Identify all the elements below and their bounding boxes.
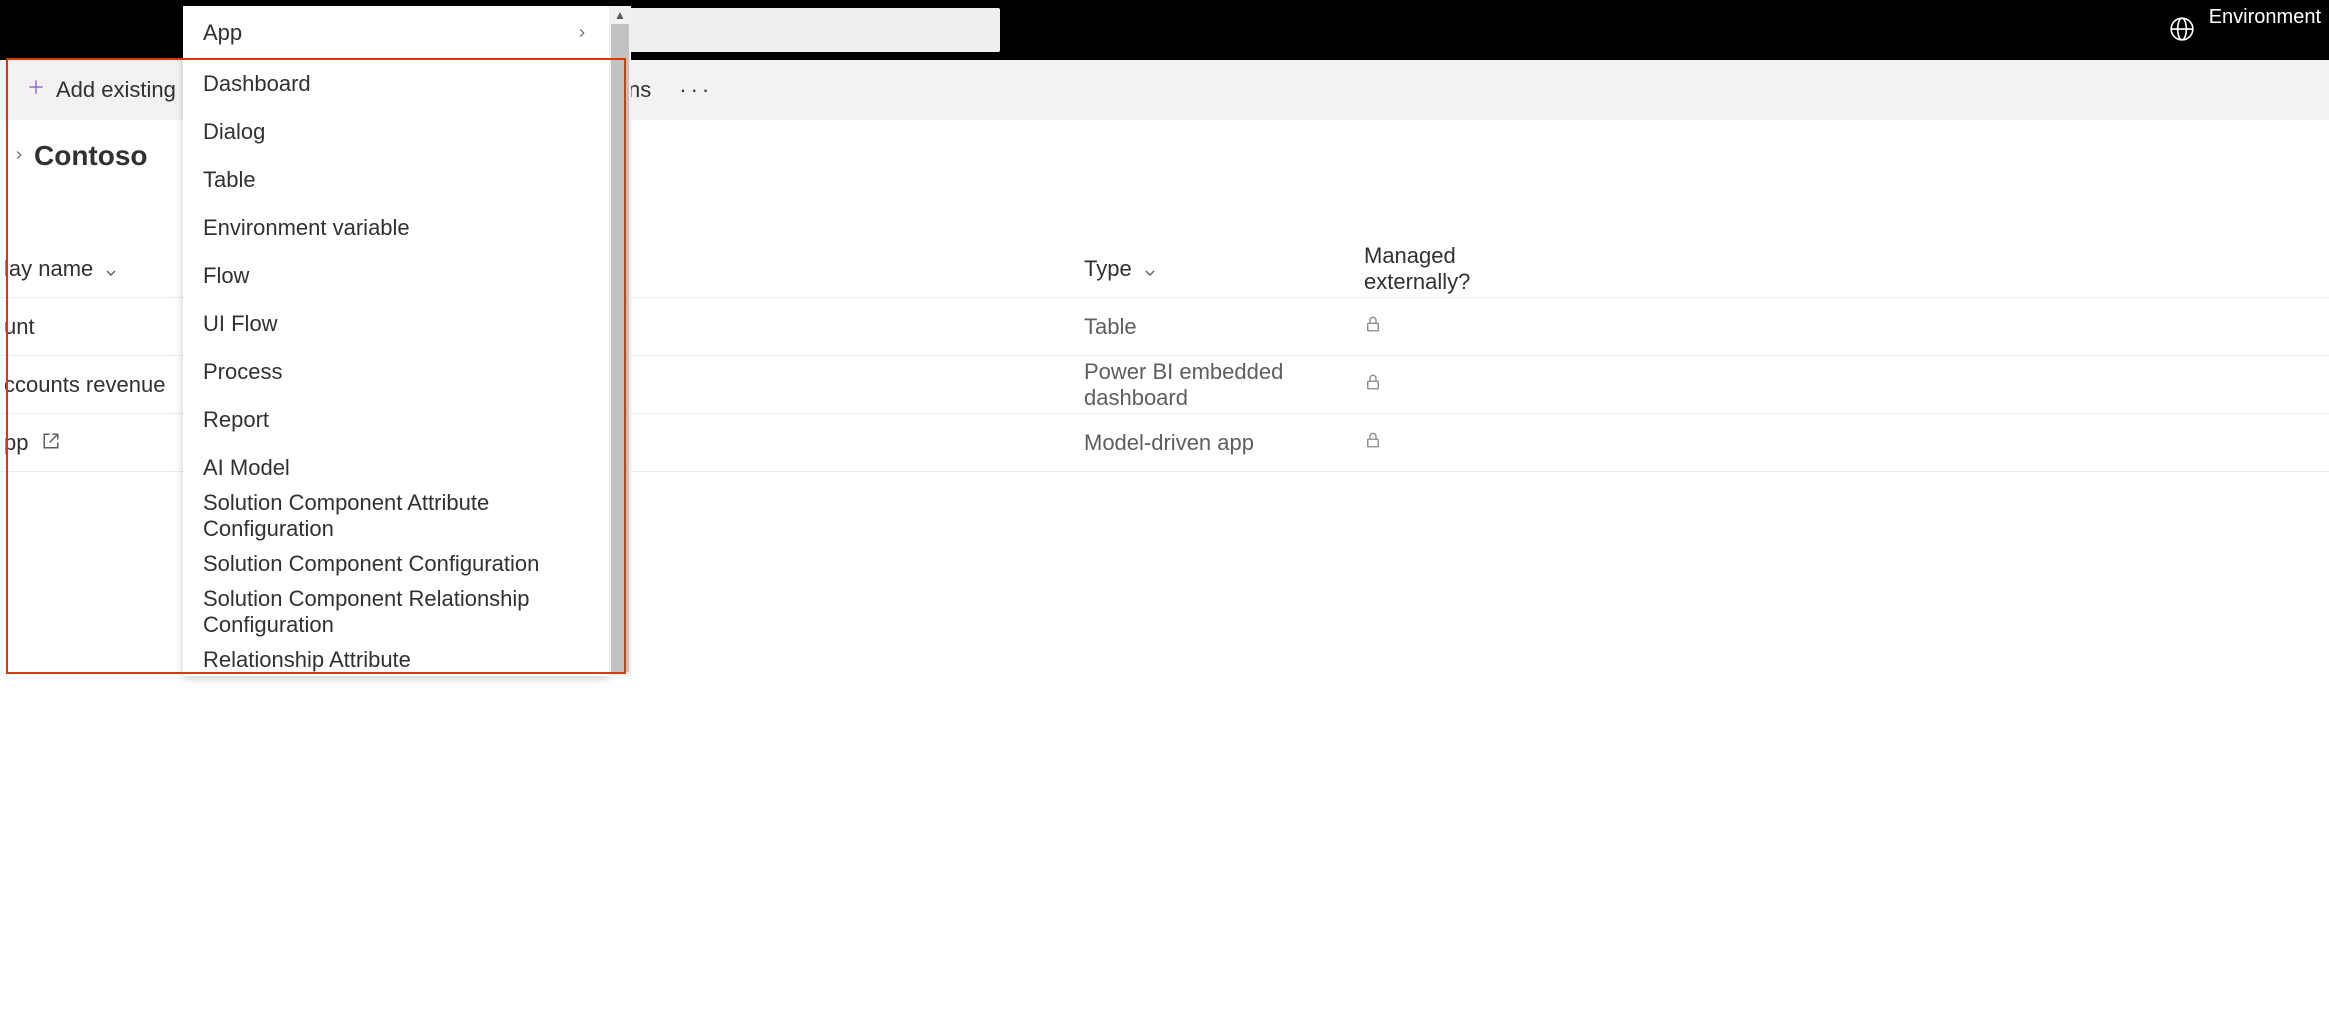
dropdown-item-dialog[interactable]: Dialog bbox=[183, 108, 609, 156]
dropdown-item-dashboard[interactable]: Dashboard bbox=[183, 60, 609, 108]
dropdown-item-label: Relationship Attribute bbox=[203, 647, 411, 673]
dropdown-item-label: Solution Component Configuration bbox=[203, 551, 539, 577]
cell-display-name: unt bbox=[4, 314, 184, 340]
dropdown-item-process[interactable]: Process bbox=[183, 348, 609, 396]
dropdown-item-ui-flow[interactable]: UI Flow bbox=[183, 300, 609, 348]
dropdown-item-label: Dashboard bbox=[203, 71, 311, 97]
cell-type: Power BI embedded dashboard bbox=[1084, 359, 1364, 411]
dropdown-item-label: Table bbox=[203, 167, 256, 193]
cell-type: Table bbox=[1084, 314, 1364, 340]
dropdown-item-label: Solution Component Relationship Configur… bbox=[203, 586, 589, 638]
cell-display-name: ccounts revenue bbox=[4, 372, 184, 398]
dropdown-item-label: AI Model bbox=[203, 455, 290, 481]
dropdown-scrollbar[interactable]: ▲ bbox=[609, 6, 631, 676]
dropdown-item-solution-component-attribute-configuration[interactable]: Solution Component Attribute Configurati… bbox=[183, 492, 609, 540]
dropdown-item-solution-component-configuration[interactable]: Solution Component Configuration bbox=[183, 540, 609, 588]
column-header-type[interactable]: Type bbox=[1084, 256, 1364, 282]
column-header-display-name[interactable]: lay name bbox=[4, 256, 184, 282]
dropdown-item-ai-model[interactable]: AI Model bbox=[183, 444, 609, 492]
environment-picker[interactable]: Environment bbox=[2169, 6, 2321, 42]
dropdown-item-table[interactable]: Table bbox=[183, 156, 609, 204]
cell-type: Model-driven app bbox=[1084, 430, 1364, 456]
dropdown-item-label: UI Flow bbox=[203, 311, 278, 337]
dropdown-item-label: Environment variable bbox=[203, 215, 410, 241]
breadcrumb: Contoso bbox=[12, 140, 148, 172]
environment-label: Environment bbox=[2209, 6, 2321, 28]
column-header-managed[interactable]: Managed externally? bbox=[1364, 243, 1564, 295]
chevron-right-icon bbox=[12, 145, 26, 168]
column-header-label: Managed externally? bbox=[1364, 243, 1564, 295]
search-box-fragment[interactable] bbox=[610, 8, 1000, 52]
dropdown-item-report[interactable]: Report bbox=[183, 396, 609, 444]
command-bar-fragment-text: ns bbox=[628, 77, 651, 103]
dropdown-item-app[interactable]: App bbox=[183, 6, 609, 60]
more-commands-button[interactable]: ··· bbox=[679, 77, 713, 103]
column-header-label: Type bbox=[1084, 256, 1132, 282]
lock-icon bbox=[1364, 371, 1564, 399]
dropdown-item-label: Dialog bbox=[203, 119, 265, 145]
open-external-icon[interactable] bbox=[42, 430, 60, 448]
dropdown-item-label: App bbox=[203, 20, 242, 46]
scrollbar-up-arrow-icon[interactable]: ▲ bbox=[609, 8, 631, 22]
dropdown-item-label: Solution Component Attribute Configurati… bbox=[203, 490, 589, 542]
add-existing-dropdown: App Dashboard Dialog Table Environment varia… bbox=[183, 6, 631, 676]
dropdown-item-relationship-attribute[interactable]: Relationship Attribute bbox=[183, 636, 609, 676]
dropdown-item-label: Process bbox=[203, 359, 282, 385]
lock-icon bbox=[1364, 313, 1564, 341]
plus-icon bbox=[26, 77, 46, 103]
chevron-down-icon bbox=[1142, 261, 1158, 277]
column-header-label: lay name bbox=[4, 256, 93, 282]
page-title: Contoso bbox=[34, 140, 148, 172]
chevron-down-icon bbox=[103, 261, 119, 277]
lock-icon bbox=[1364, 429, 1564, 457]
dropdown-item-solution-component-relationship-configuration[interactable]: Solution Component Relationship Configur… bbox=[183, 588, 609, 636]
cell-display-name: pp bbox=[4, 430, 184, 456]
scrollbar-thumb[interactable] bbox=[611, 24, 629, 672]
globe-icon bbox=[2169, 16, 2195, 42]
add-existing-label: Add existing bbox=[56, 77, 176, 103]
chevron-right-icon bbox=[575, 20, 589, 46]
dropdown-item-label: Report bbox=[203, 407, 269, 433]
dropdown-item-flow[interactable]: Flow bbox=[183, 252, 609, 300]
dropdown-item-environment-variable[interactable]: Environment variable bbox=[183, 204, 609, 252]
dropdown-item-label: Flow bbox=[203, 263, 249, 289]
